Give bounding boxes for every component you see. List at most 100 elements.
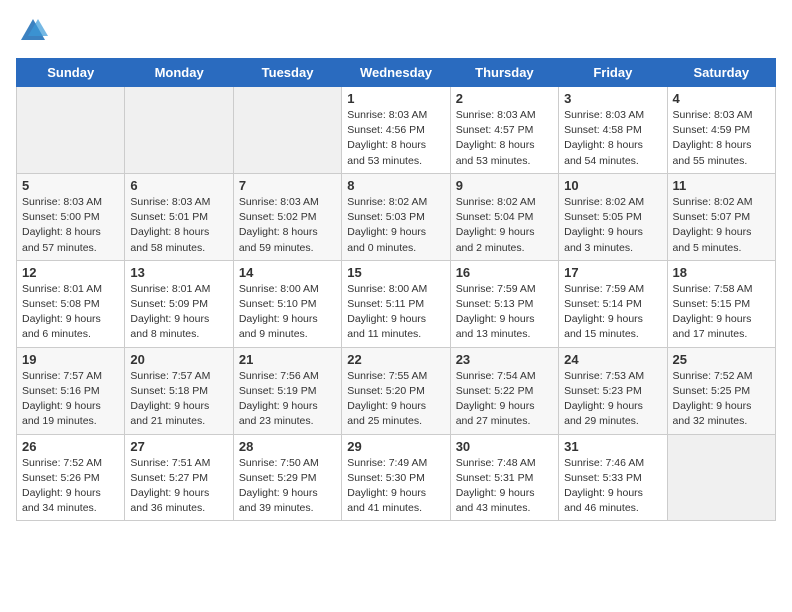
calendar-cell: 9 Sunrise: 8:02 AM Sunset: 5:04 PM Daylig… xyxy=(450,173,558,260)
day-info: Sunrise: 8:01 AM Sunset: 5:08 PM Dayligh… xyxy=(22,282,119,343)
calendar-cell xyxy=(125,87,233,174)
weekday-header: Friday xyxy=(559,59,667,87)
day-info: Sunrise: 7:55 AM Sunset: 5:20 PM Dayligh… xyxy=(347,369,444,430)
logo xyxy=(16,16,48,46)
weekday-header: Monday xyxy=(125,59,233,87)
day-info: Sunrise: 8:03 AM Sunset: 5:00 PM Dayligh… xyxy=(22,195,119,256)
calendar-cell: 6Sunrise: 8:03 AM Sunset: 5:01 PM Daylig… xyxy=(125,173,233,260)
day-number: 26 xyxy=(22,439,119,454)
day-info: Sunrise: 8:00 AM Sunset: 5:10 PM Dayligh… xyxy=(239,282,336,343)
calendar-cell: 13Sunrise: 8:01 AM Sunset: 5:09 PM Dayli… xyxy=(125,260,233,347)
calendar-cell: 1 Sunrise: 8:03 AM Sunset: 4:56 PM Daylig… xyxy=(342,87,450,174)
calendar-cell: 31 Sunrise: 7:46 AM Sunset: 5:33 PM Dayli… xyxy=(559,434,667,521)
logo-icon xyxy=(18,16,48,46)
day-info: Sunrise: 7:52 AM Sunset: 5:26 PM Dayligh… xyxy=(22,456,119,517)
calendar-cell: 11 Sunrise: 8:02 AM Sunset: 5:07 PM Dayli… xyxy=(667,173,775,260)
calendar-cell: 25 Sunrise: 7:52 AM Sunset: 5:25 PM Dayli… xyxy=(667,347,775,434)
calendar-cell: 14 Sunrise: 8:00 AM Sunset: 5:10 PM Dayli… xyxy=(233,260,341,347)
day-info: Sunrise: 8:02 AM Sunset: 5:05 PM Dayligh… xyxy=(564,195,661,256)
calendar-cell: 3 Sunrise: 8:03 AM Sunset: 4:58 PM Daylig… xyxy=(559,87,667,174)
day-number: 17 xyxy=(564,265,661,280)
calendar-cell: 7 Sunrise: 8:03 AM Sunset: 5:02 PM Daylig… xyxy=(233,173,341,260)
calendar-cell: 10 Sunrise: 8:02 AM Sunset: 5:05 PM Dayli… xyxy=(559,173,667,260)
calendar-cell: 16 Sunrise: 7:59 AM Sunset: 5:13 PM Dayli… xyxy=(450,260,558,347)
calendar-cell: 27 Sunrise: 7:51 AM Sunset: 5:27 PM Dayli… xyxy=(125,434,233,521)
day-info: Sunrise: 7:59 AM Sunset: 5:13 PM Dayligh… xyxy=(456,282,553,343)
day-info: Sunrise: 7:50 AM Sunset: 5:29 PM Dayligh… xyxy=(239,456,336,517)
day-info: Sunrise: 7:57 AM Sunset: 5:16 PM Dayligh… xyxy=(22,369,119,430)
day-number: 27 xyxy=(130,439,227,454)
day-number: 23 xyxy=(456,352,553,367)
day-info: Sunrise: 8:03 AM Sunset: 5:01 PM Dayligh… xyxy=(130,195,227,256)
calendar-cell: 30 Sunrise: 7:48 AM Sunset: 5:31 PM Dayli… xyxy=(450,434,558,521)
calendar-cell: 18 Sunrise: 7:58 AM Sunset: 5:15 PM Dayli… xyxy=(667,260,775,347)
weekday-header: Tuesday xyxy=(233,59,341,87)
day-number: 5 xyxy=(22,178,119,193)
calendar-table: SundayMondayTuesdayWednesdayThursdayFrid… xyxy=(16,58,776,521)
calendar-cell xyxy=(233,87,341,174)
day-number: 7 xyxy=(239,178,336,193)
day-info: Sunrise: 7:56 AM Sunset: 5:19 PM Dayligh… xyxy=(239,369,336,430)
day-number: 20 xyxy=(130,352,227,367)
day-number: 18 xyxy=(673,265,770,280)
day-info: Sunrise: 7:58 AM Sunset: 5:15 PM Dayligh… xyxy=(673,282,770,343)
day-number: 28 xyxy=(239,439,336,454)
day-number: 25 xyxy=(673,352,770,367)
weekday-header: Thursday xyxy=(450,59,558,87)
calendar-cell: 29Sunrise: 7:49 AM Sunset: 5:30 PM Dayli… xyxy=(342,434,450,521)
day-number: 24 xyxy=(564,352,661,367)
day-info: Sunrise: 7:51 AM Sunset: 5:27 PM Dayligh… xyxy=(130,456,227,517)
day-number: 1 xyxy=(347,91,444,106)
day-info: Sunrise: 7:52 AM Sunset: 5:25 PM Dayligh… xyxy=(673,369,770,430)
day-number: 19 xyxy=(22,352,119,367)
day-number: 9 xyxy=(456,178,553,193)
calendar-cell: 22Sunrise: 7:55 AM Sunset: 5:20 PM Dayli… xyxy=(342,347,450,434)
day-info: Sunrise: 7:53 AM Sunset: 5:23 PM Dayligh… xyxy=(564,369,661,430)
calendar-cell: 24 Sunrise: 7:53 AM Sunset: 5:23 PM Dayli… xyxy=(559,347,667,434)
calendar-cell: 23 Sunrise: 7:54 AM Sunset: 5:22 PM Dayli… xyxy=(450,347,558,434)
day-info: Sunrise: 7:59 AM Sunset: 5:14 PM Dayligh… xyxy=(564,282,661,343)
weekday-header: Wednesday xyxy=(342,59,450,87)
calendar-cell: 20 Sunrise: 7:57 AM Sunset: 5:18 PM Dayli… xyxy=(125,347,233,434)
page-header xyxy=(16,16,776,46)
day-info: Sunrise: 8:03 AM Sunset: 5:02 PM Dayligh… xyxy=(239,195,336,256)
calendar-cell: 8Sunrise: 8:02 AM Sunset: 5:03 PM Daylig… xyxy=(342,173,450,260)
day-number: 15 xyxy=(347,265,444,280)
calendar-cell xyxy=(667,434,775,521)
day-info: Sunrise: 8:03 AM Sunset: 4:59 PM Dayligh… xyxy=(673,108,770,169)
day-info: Sunrise: 8:02 AM Sunset: 5:04 PM Dayligh… xyxy=(456,195,553,256)
day-number: 4 xyxy=(673,91,770,106)
day-number: 31 xyxy=(564,439,661,454)
calendar-cell: 21 Sunrise: 7:56 AM Sunset: 5:19 PM Dayli… xyxy=(233,347,341,434)
calendar-cell: 19 Sunrise: 7:57 AM Sunset: 5:16 PM Dayli… xyxy=(17,347,125,434)
calendar-cell: 17 Sunrise: 7:59 AM Sunset: 5:14 PM Dayli… xyxy=(559,260,667,347)
day-info: Sunrise: 7:57 AM Sunset: 5:18 PM Dayligh… xyxy=(130,369,227,430)
day-number: 21 xyxy=(239,352,336,367)
day-info: Sunrise: 8:03 AM Sunset: 4:56 PM Dayligh… xyxy=(347,108,444,169)
day-number: 11 xyxy=(673,178,770,193)
day-info: Sunrise: 7:46 AM Sunset: 5:33 PM Dayligh… xyxy=(564,456,661,517)
day-number: 30 xyxy=(456,439,553,454)
day-info: Sunrise: 8:02 AM Sunset: 5:03 PM Dayligh… xyxy=(347,195,444,256)
day-info: Sunrise: 8:03 AM Sunset: 4:57 PM Dayligh… xyxy=(456,108,553,169)
calendar-cell: 12Sunrise: 8:01 AM Sunset: 5:08 PM Dayli… xyxy=(17,260,125,347)
day-info: Sunrise: 8:01 AM Sunset: 5:09 PM Dayligh… xyxy=(130,282,227,343)
day-number: 2 xyxy=(456,91,553,106)
weekday-header: Saturday xyxy=(667,59,775,87)
day-info: Sunrise: 7:48 AM Sunset: 5:31 PM Dayligh… xyxy=(456,456,553,517)
day-number: 14 xyxy=(239,265,336,280)
calendar-cell xyxy=(17,87,125,174)
calendar-cell: 2 Sunrise: 8:03 AM Sunset: 4:57 PM Daylig… xyxy=(450,87,558,174)
day-number: 10 xyxy=(564,178,661,193)
calendar-cell: 15Sunrise: 8:00 AM Sunset: 5:11 PM Dayli… xyxy=(342,260,450,347)
day-info: Sunrise: 8:02 AM Sunset: 5:07 PM Dayligh… xyxy=(673,195,770,256)
calendar-cell: 5 Sunrise: 8:03 AM Sunset: 5:00 PM Daylig… xyxy=(17,173,125,260)
calendar-cell: 28 Sunrise: 7:50 AM Sunset: 5:29 PM Dayli… xyxy=(233,434,341,521)
day-info: Sunrise: 7:49 AM Sunset: 5:30 PM Dayligh… xyxy=(347,456,444,517)
day-info: Sunrise: 8:03 AM Sunset: 4:58 PM Dayligh… xyxy=(564,108,661,169)
day-info: Sunrise: 7:54 AM Sunset: 5:22 PM Dayligh… xyxy=(456,369,553,430)
day-number: 3 xyxy=(564,91,661,106)
calendar-cell: 4 Sunrise: 8:03 AM Sunset: 4:59 PM Daylig… xyxy=(667,87,775,174)
day-number: 16 xyxy=(456,265,553,280)
calendar-cell: 26 Sunrise: 7:52 AM Sunset: 5:26 PM Dayli… xyxy=(17,434,125,521)
